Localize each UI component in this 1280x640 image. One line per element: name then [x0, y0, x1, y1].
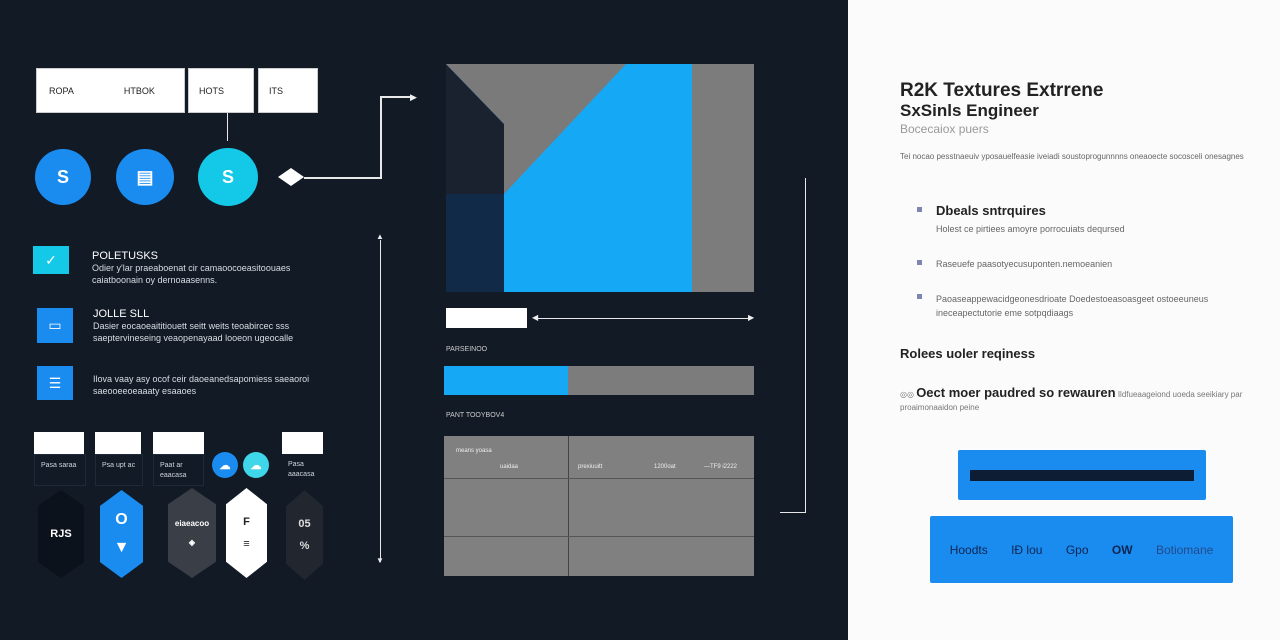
table-cell: uaidaa — [500, 464, 519, 470]
feature-title: POLETUSKS — [92, 250, 159, 262]
nav-item[interactable]: Botiomane — [1156, 543, 1213, 557]
connector — [805, 178, 806, 512]
req-title: Dbeals sntrquires — [936, 203, 1046, 218]
table-cell: means yoasa — [456, 448, 492, 454]
card-header[interactable] — [34, 432, 84, 454]
table-cell: 1200oat — [654, 464, 676, 470]
table-label: PANT TOOYBOV4 — [446, 412, 505, 419]
intro-text: Tei nocao pesstnaeuiv yposauelfeasie ive… — [900, 152, 1244, 161]
diamond-icon: ◈ — [188, 538, 196, 547]
doc-icon: ≡ — [243, 538, 250, 550]
s-logo-icon[interactable]: S — [35, 149, 91, 205]
table-cell: prexiuuitt — [578, 464, 603, 470]
feature-item: POLETUSKS Odier y'lar praeaboenat cir ca… — [92, 250, 332, 286]
tab-its[interactable]: ITS — [258, 68, 318, 113]
highlight: ◎◎ Oect moer paudred so rewauren Ildfuea… — [900, 385, 1243, 412]
tab-group-1[interactable]: ROPA HTBOK — [36, 68, 185, 113]
feature-item: Ilova vaay asy ocof ceir daoeanedsapomie… — [93, 373, 333, 397]
diamond-icon — [278, 168, 304, 186]
card-icon: ▭ — [37, 308, 73, 343]
double-arrow — [538, 318, 750, 319]
hero-graphic — [446, 64, 754, 292]
input-box[interactable] — [446, 308, 527, 328]
feature-title: JOLLE SLL — [93, 308, 150, 320]
s-logo-icon[interactable]: S — [198, 148, 258, 206]
job-panel: R2K Textures Extrrene SxSinls Engineer B… — [848, 0, 1280, 640]
tab-htbok[interactable]: HTBOK — [124, 86, 155, 96]
card: Pasa aaacasa — [288, 461, 315, 478]
connector — [380, 96, 382, 179]
cloud-icon[interactable]: ☁ — [243, 452, 269, 478]
page-subtitle: SxSinls Engineer — [900, 101, 1039, 120]
card: Pasa saraa — [34, 454, 86, 486]
card-icon[interactable]: ▤ — [116, 149, 174, 205]
hex-tile[interactable]: 05% — [286, 490, 323, 580]
connector — [304, 177, 381, 179]
progress-fill — [444, 366, 568, 395]
nav-item[interactable]: OW — [1112, 543, 1133, 557]
check-icon: ✓ — [33, 246, 69, 274]
feature-text: Dasier eocaoeaititiouett seitt weits teo… — [93, 321, 294, 343]
tab-hots[interactable]: HOTS — [188, 68, 254, 113]
page-title: R2K Textures Extrrene — [900, 80, 1104, 101]
nav-item[interactable]: Hoodts — [950, 543, 988, 557]
card: Paat ar eaacasa — [153, 454, 204, 486]
arrow-down-icon: ▼ — [376, 556, 384, 565]
hex-tile[interactable]: O ▼ — [100, 490, 143, 578]
table-cell: —TF9 i2222 — [704, 464, 738, 470]
arrow-right-icon: ▶ — [748, 313, 755, 322]
req-text: Paoaseappewacidgeonesdrioate Doedestoeas… — [936, 294, 1209, 318]
nav-item[interactable]: Gpo — [1066, 543, 1089, 557]
connector — [380, 96, 413, 98]
hex-tile[interactable]: RJS — [38, 490, 84, 578]
progress-bar — [444, 366, 754, 395]
feature-text: Odier y'lar praeaboenat cir camaoocoeasi… — [92, 263, 291, 285]
tab-ropa[interactable]: ROPA — [49, 86, 74, 96]
card: Psa upt ac — [95, 454, 143, 486]
feature-item: JOLLE SLL Dasier eocaoeaititiouett seitt… — [93, 308, 333, 344]
nav-item[interactable]: IÐ lou — [1011, 543, 1042, 557]
filter-icon: ▼ — [113, 539, 130, 556]
connector — [780, 512, 806, 513]
nav-bar: Hoodts IÐ lou Gpo OW Botiomane — [930, 516, 1233, 583]
apply-button[interactable] — [958, 450, 1206, 500]
req-text: Holest ce pirtiees amoyre porrocuiats de… — [936, 224, 1125, 234]
card-header[interactable] — [95, 432, 141, 454]
hex-tile[interactable]: F ≡ — [226, 488, 267, 578]
tagline: Bocecaiox puers — [900, 122, 989, 136]
arrow-right-icon: ▶ — [410, 92, 417, 102]
hex-tile[interactable]: eiaeacoo ◈ — [168, 488, 216, 578]
cloud-icon[interactable]: ☁ — [212, 452, 238, 478]
arrow-up-icon: ▲ — [376, 232, 384, 241]
arrow-left-icon: ◀ — [532, 313, 539, 322]
connector — [380, 240, 381, 562]
card-header[interactable] — [282, 432, 323, 454]
progress-label: PARSEINOO — [446, 346, 488, 353]
list-icon: ☰ — [37, 366, 73, 400]
section-heading: Rolees uoler reqiness — [900, 346, 1036, 361]
req-text: Raseuefe paasotyecusuponten.nemoeanien — [936, 259, 1113, 269]
feature-text: Ilova vaay asy ocof ceir daoeanedsapomie… — [93, 374, 310, 396]
connector — [227, 113, 228, 141]
data-table: means yoasa uaidaa prexiuuitt 1200oat —T… — [444, 436, 754, 576]
card-header[interactable] — [153, 432, 204, 454]
